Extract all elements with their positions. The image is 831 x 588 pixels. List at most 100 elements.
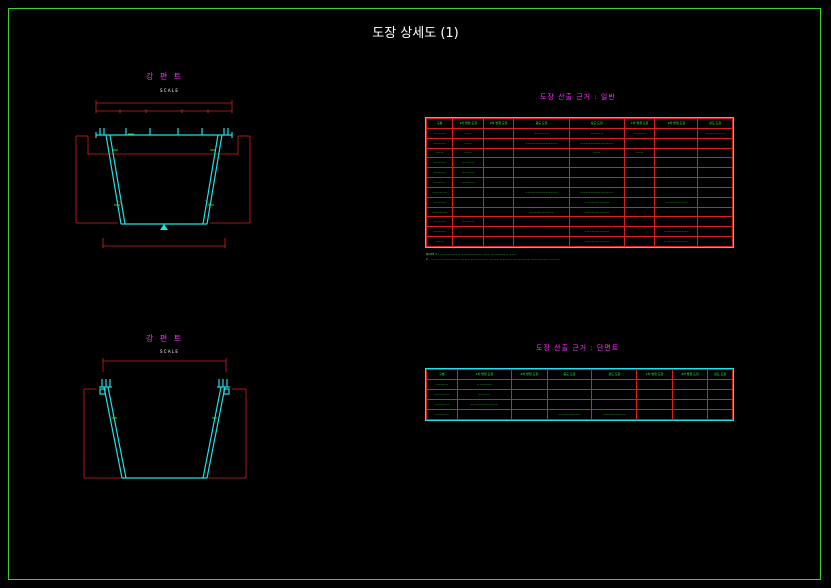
table-cell: ~~~ — [452, 137, 484, 149]
table2-title: 도장 산출 근거 : 단면트 — [536, 344, 620, 352]
table-row: ~~~ ~~~~~~~~~~ ~~~~~~~~~~ — [425, 236, 733, 247]
table-header-cell: 중도 도장 — [546, 369, 593, 380]
table-cell: ~~~~~ — [425, 226, 454, 238]
top-girder-outline — [95, 128, 233, 225]
table-cell: ~~~ — [452, 127, 484, 139]
table-cell: ~~~~~ — [425, 196, 454, 208]
table-cell: ~~~~~~~~~~~~~ — [568, 186, 625, 198]
table-cell — [482, 196, 515, 208]
table-header-cell: 상도 도장 — [697, 118, 733, 129]
table-cell — [482, 127, 515, 139]
table-header-cell: 1차 방청 도장 — [623, 118, 656, 129]
table-cell: ~~~~~~~~~~ — [568, 196, 625, 208]
table-cell — [623, 137, 656, 149]
table-cell — [568, 157, 625, 169]
table-cell: ~~~~~ — [425, 167, 454, 179]
table-cell — [697, 206, 733, 218]
table-cell — [654, 186, 699, 198]
table-cell: ~~~~~ — [568, 127, 625, 139]
table-cell — [546, 379, 593, 390]
table-cell — [697, 186, 733, 198]
table-cell — [591, 399, 638, 410]
table-cell — [671, 389, 709, 400]
table-cell — [623, 196, 656, 208]
table-row: ~~~~~ ~~~~~~~~~~ ~~~~~~~~~~ — [425, 226, 733, 238]
table-cell: ~~~ — [623, 147, 656, 159]
table-row: ~~~~~~~~~~~~~~~~~~~~~~~~ — [426, 409, 733, 420]
table-cell — [697, 236, 733, 247]
table-row: ~~~~~~ ~~~~~~~~~~~ — [426, 399, 733, 410]
table-cell — [513, 216, 570, 228]
table-cell: ~~~~~ — [425, 157, 454, 169]
table-cell — [623, 226, 656, 238]
table-cell: ~~~~~ — [426, 379, 458, 390]
table-cell: ~~~~~~~~~~ — [654, 236, 699, 247]
quantity-table-end: 구분 1차 방청 도장 2차 방청 도장 중도 도장 상도 도장 1차 방청 도장 2차 방… — [425, 368, 734, 421]
table-cell: ~~~~~~ — [426, 399, 458, 410]
table-cell: ~~~~~ — [452, 216, 484, 228]
table1-title: 도장 산출 근거 : 일반 — [540, 93, 616, 101]
table-cell — [654, 206, 699, 218]
table-cell — [707, 389, 733, 400]
table-cell — [654, 147, 699, 159]
table-cell: ~~~~~~~~~~ — [654, 226, 699, 238]
table-cell — [568, 167, 625, 179]
table-cell: ~~~~~ — [425, 177, 454, 188]
table-cell — [513, 196, 570, 208]
table-cell: ~~~ — [425, 147, 454, 159]
table-cell: ~~~~~ — [452, 177, 484, 188]
table-cell — [482, 226, 515, 238]
note-line-2: 2 : ~~~~~~~~~~~ ~~~~ ~~~~~~~ ~~~~ ~~~~~~… — [426, 257, 560, 261]
table-header-cell: 2차 방청 도장 — [671, 369, 709, 380]
table-cell — [707, 409, 733, 420]
table-cell — [636, 379, 673, 390]
table-header-row: 구분 1차 방청 도장 2차 방청 도장 중도 도장 상도 도장 1차 방청 도장 2차 방… — [425, 118, 733, 129]
table-header-cell: 구분 — [426, 369, 458, 380]
table-cell — [623, 177, 656, 188]
table-cell — [623, 167, 656, 179]
table-cell — [456, 409, 513, 420]
table-cell: ~~~~~~~~~~~~~ — [568, 137, 625, 149]
table-cell — [623, 216, 656, 228]
table-cell — [697, 216, 733, 228]
table-cell — [697, 196, 733, 208]
table-cell — [591, 379, 638, 390]
table-cell — [654, 127, 699, 139]
table-cell: ~~~ — [425, 236, 454, 247]
table-row: ~~~~~ ~~~ ~~~~~~~~~~~~~ ~~~~~~~~~~~~~ — [425, 137, 733, 149]
table-cell: ~~~~~~~~~~~~~ — [513, 137, 570, 149]
table-cell — [511, 409, 548, 420]
table-header-cell: 중도 도장 — [513, 118, 570, 129]
bottom-girder-outline — [99, 379, 230, 479]
table-cell — [697, 157, 733, 169]
table-cell: ~~~~~ — [425, 127, 454, 139]
table-row: ~~~~~~~~~~~~~~~~~~~~~~~~~~~~~~~~ — [425, 127, 733, 139]
table-header-cell: 1차 방청 도장 — [636, 369, 673, 380]
table-cell — [482, 186, 515, 198]
table-cell — [513, 147, 570, 159]
table-cell: ~~~~~~~~~~ — [568, 206, 625, 218]
table-cell — [671, 399, 709, 410]
table-cell — [623, 186, 656, 198]
table-cell — [636, 409, 673, 420]
table-cell — [654, 167, 699, 179]
table-cell — [452, 186, 484, 198]
table-row: ~~~ ~~~ ~~~ ~~~ — [425, 147, 733, 159]
table-header-cell: 1차 방청 도장 — [456, 369, 513, 380]
table-cell — [452, 206, 484, 218]
table-cell: ~~~~~ — [425, 216, 454, 228]
table-cell: ~~~~~ — [623, 127, 656, 139]
table-cell — [513, 177, 570, 188]
table-cell — [511, 399, 548, 410]
table-header-cell: 2차 방청 도장 — [511, 369, 548, 380]
table-cell — [513, 167, 570, 179]
table-cell: ~~~~~ — [425, 137, 454, 149]
table-cell: ~~~~~~~~~~ — [568, 226, 625, 238]
table-cell: ~~~~~ — [452, 167, 484, 179]
table-cell — [568, 216, 625, 228]
table-cell — [452, 226, 484, 238]
table-cell — [697, 226, 733, 238]
table-cell — [511, 379, 548, 390]
table-cell — [671, 409, 709, 420]
table-cell — [546, 389, 593, 400]
